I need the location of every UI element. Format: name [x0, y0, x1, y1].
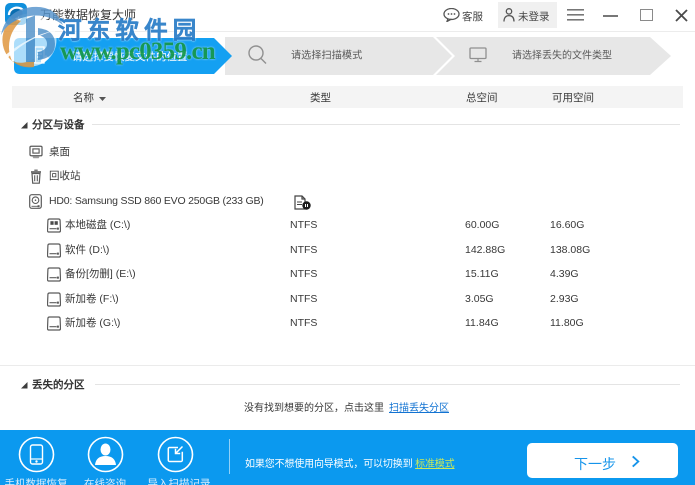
svg-text:请选择丢失的文件类型: 请选择丢失的文件类型	[512, 49, 612, 62]
svg-text:请选择扫描模式: 请选择扫描模式	[291, 49, 362, 62]
